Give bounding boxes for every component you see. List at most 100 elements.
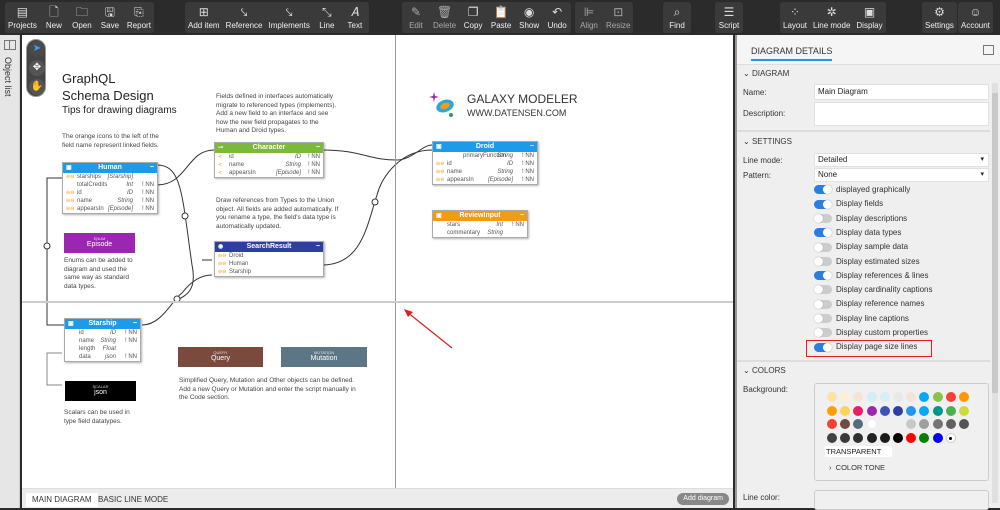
color-tone-toggle[interactable]: › COLOR TONE bbox=[829, 463, 885, 472]
note-scalars[interactable]: Scalars can be used in type field dataty… bbox=[64, 409, 136, 426]
toggle-display-cardinality-captions[interactable]: Display cardinality captions bbox=[814, 284, 933, 296]
color-swatch[interactable] bbox=[827, 405, 837, 416]
query-object[interactable]: QUERY Query bbox=[178, 347, 263, 367]
save-button[interactable]: 🖫 Save bbox=[96, 2, 124, 33]
table-header[interactable]: ▣ Human − bbox=[63, 163, 157, 173]
color-swatch[interactable] bbox=[959, 419, 969, 429]
toggle-display-custom-properties[interactable]: Display custom properties bbox=[814, 327, 928, 339]
note-enums[interactable]: Enums can be added to diagram and used t… bbox=[64, 257, 136, 291]
color-swatch[interactable] bbox=[879, 405, 890, 416]
implements-button[interactable]: ⤥ Implements bbox=[266, 2, 313, 33]
table-row[interactable]: id ID ! NN bbox=[65, 329, 140, 337]
table-row[interactable]: ⊖⊖ Droid bbox=[215, 252, 323, 260]
report-button[interactable]: ⎘ Report bbox=[124, 2, 154, 33]
table-row[interactable]: ⊖⊖ id ID ! NN bbox=[433, 160, 537, 168]
mutation-object[interactable]: MUTATION Mutation bbox=[281, 347, 367, 367]
object-list-label[interactable]: Object list bbox=[3, 57, 13, 97]
table-row[interactable]: ≺ id ID ! NN bbox=[215, 153, 323, 161]
text-button[interactable]: 𝐴 Text bbox=[341, 2, 369, 33]
table-row[interactable]: data json ! NN bbox=[65, 353, 140, 361]
table-row[interactable]: commentary String bbox=[433, 229, 527, 237]
color-swatch[interactable] bbox=[919, 392, 930, 402]
toggle-switch[interactable] bbox=[814, 314, 832, 324]
color-swatch[interactable] bbox=[945, 392, 956, 402]
color-swatch[interactable] bbox=[932, 419, 943, 429]
toggle-display-estimated-sizes[interactable]: Display estimated sizes bbox=[814, 256, 920, 268]
object-list-sidebar[interactable]: Object list bbox=[0, 35, 20, 508]
account-button[interactable]: ☺ Account bbox=[958, 2, 993, 33]
delete-button[interactable]: 🗑 Delete bbox=[430, 2, 459, 33]
toggle-display-data-types[interactable]: Display data types bbox=[814, 227, 901, 239]
brand-url[interactable]: WWW.DATENSEN.COM bbox=[467, 108, 566, 118]
color-swatch[interactable] bbox=[853, 432, 864, 443]
color-swatch[interactable] bbox=[919, 419, 930, 429]
toggle-switch[interactable] bbox=[814, 328, 832, 338]
transparent-option[interactable]: TRANSPARENT bbox=[825, 446, 892, 457]
table-searchresult[interactable]: ◉ SearchResult − ⊖⊖ Droid ⊖⊖ Human ⊖⊖ Starship bbox=[214, 241, 324, 277]
open-button[interactable]: 🗀 Open bbox=[68, 2, 96, 33]
copy-button[interactable]: ❐ Copy bbox=[459, 2, 487, 33]
collapse-icon[interactable]: − bbox=[133, 319, 137, 329]
table-starship[interactable]: ▣ Starship − id ID ! NN name String ! NN length Fl… bbox=[64, 318, 141, 362]
section-colors[interactable]: ⌄ COLORS bbox=[743, 366, 786, 375]
section-diagram[interactable]: ⌄ DIAGRAM bbox=[743, 69, 789, 78]
color-swatch[interactable] bbox=[959, 405, 969, 416]
table-row[interactable]: ≺ appearsIn [Episode] ! NN bbox=[215, 169, 323, 177]
color-swatch[interactable] bbox=[840, 419, 851, 429]
resize-button[interactable]: ⊡ Resize bbox=[603, 2, 633, 33]
enum-episode[interactable]: ENUM Episode bbox=[64, 233, 135, 253]
collapse-icon[interactable]: − bbox=[316, 242, 320, 252]
toggle-switch[interactable] bbox=[814, 285, 832, 295]
color-swatch[interactable] bbox=[840, 432, 851, 443]
color-swatch[interactable] bbox=[906, 392, 917, 402]
edit-button[interactable]: ✎ Edit bbox=[402, 2, 430, 33]
toggle-display-references-lines[interactable]: Display references & lines bbox=[814, 270, 928, 282]
line-mode-button[interactable]: ✲ Line mode bbox=[810, 2, 853, 33]
collapse-icon[interactable]: − bbox=[530, 142, 534, 152]
color-swatch[interactable] bbox=[893, 405, 903, 416]
table-row[interactable]: stars Int ! NN bbox=[433, 221, 527, 229]
pattern-select[interactable]: None bbox=[814, 168, 989, 182]
color-swatch[interactable] bbox=[945, 419, 956, 429]
find-button[interactable]: ⌕ Find bbox=[663, 2, 691, 33]
note-orange-icons[interactable]: The orange icons to the left of the fiel… bbox=[62, 133, 172, 150]
color-swatch[interactable] bbox=[840, 392, 851, 402]
table-row[interactable]: primaryFunction String! NN bbox=[433, 152, 537, 160]
color-swatch[interactable] bbox=[866, 405, 877, 416]
panel-title-tab[interactable]: DIAGRAM DETAILS bbox=[751, 46, 833, 61]
table-reviewinput[interactable]: ▣ ReviewInput − stars Int ! NN commentary Strin… bbox=[432, 210, 528, 238]
toggle-displayed-graphically[interactable]: displayed graphically bbox=[814, 184, 910, 196]
table-row[interactable]: ⊖⊖ appearsIn [Episode] ! NN bbox=[433, 176, 537, 184]
panel-layout-icon[interactable] bbox=[983, 45, 994, 55]
color-swatch[interactable] bbox=[866, 432, 877, 443]
note-union[interactable]: Draw references from Types to the Union … bbox=[216, 197, 341, 231]
scalar-json[interactable]: SCALAR json bbox=[65, 381, 136, 401]
note-interfaces[interactable]: Fields defined in interfaces automatical… bbox=[216, 93, 341, 136]
color-swatch[interactable] bbox=[906, 405, 917, 416]
color-swatch[interactable] bbox=[893, 392, 903, 402]
color-swatch[interactable] bbox=[945, 405, 956, 416]
color-swatch[interactable] bbox=[840, 405, 851, 416]
panel-toggle-icon[interactable] bbox=[4, 40, 16, 50]
table-row[interactable]: name String ! NN bbox=[65, 337, 140, 345]
toggle-display-line-captions[interactable]: Display line captions bbox=[814, 313, 909, 325]
table-header[interactable]: ▣ ReviewInput − bbox=[433, 211, 527, 221]
table-row[interactable]: ⊖⊖ name String ! NN bbox=[433, 168, 537, 176]
color-swatch[interactable] bbox=[959, 392, 969, 402]
new-button[interactable]: 🗋 New bbox=[40, 2, 68, 33]
toggle-switch[interactable] bbox=[814, 271, 832, 281]
undo-button[interactable]: ↶ Undo bbox=[543, 2, 571, 33]
settings-button[interactable]: ⚙ Settings bbox=[922, 2, 957, 33]
line-mode-select[interactable]: Detailed bbox=[814, 153, 989, 167]
table-row[interactable]: ⊖⊖ Starship bbox=[215, 268, 323, 276]
table-droid[interactable]: ▣ Droid − primaryFunction String! NN ⊖⊖ id ID! … bbox=[432, 141, 538, 185]
tab-main-diagram[interactable]: MAIN DIAGRAM bbox=[26, 493, 98, 507]
color-swatch[interactable] bbox=[893, 432, 903, 443]
color-swatch[interactable] bbox=[853, 419, 864, 429]
color-swatch[interactable] bbox=[827, 419, 837, 429]
projects-button[interactable]: ▤ Projects bbox=[5, 2, 40, 33]
select-pointer-icon[interactable]: ➤ bbox=[29, 41, 45, 57]
collapse-icon[interactable]: − bbox=[150, 163, 154, 173]
table-row[interactable]: ⊖⊖ Human bbox=[215, 260, 323, 268]
collapse-icon[interactable]: − bbox=[316, 143, 320, 153]
